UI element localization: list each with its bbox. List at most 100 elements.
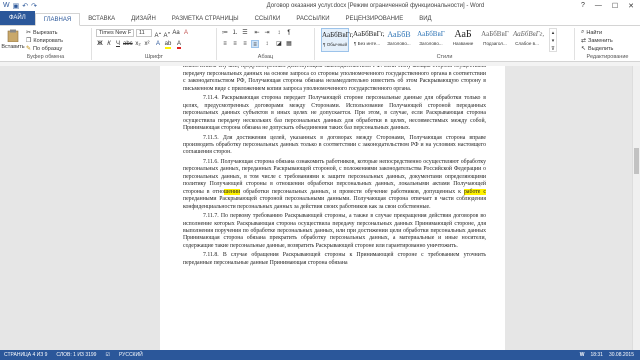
superscript-icon[interactable]: x² — [143, 40, 151, 48]
style-name: Название — [452, 41, 474, 46]
paragraph[interactable]: 7.11.4. Раскрывающая сторона передает По… — [183, 95, 486, 132]
underline-icon[interactable]: Ч — [114, 40, 122, 48]
align-center-icon[interactable]: ≡ — [231, 40, 239, 48]
ribbon: Вставить ✂ Вырезать ❐ Копировать ✎ По об… — [0, 26, 640, 62]
language[interactable]: РУССКИЙ — [115, 352, 148, 358]
style-no-spacing[interactable]: АаБбВвГг, ¶ Без инте... — [353, 28, 385, 52]
sort-icon[interactable]: ↕ — [275, 29, 283, 37]
strikethrough-icon[interactable]: abc — [123, 40, 133, 48]
copy-button[interactable]: ❐ Копировать — [26, 37, 63, 45]
tab-home[interactable]: ГЛАВНАЯ — [34, 13, 81, 26]
style-name: ¶ Без инте... — [353, 41, 381, 46]
copy-icon: ❐ — [26, 38, 32, 44]
paste-button[interactable]: Вставить — [1, 29, 25, 50]
close-button[interactable]: ✕ — [628, 2, 634, 10]
style-sample: АаБбВвГ — [481, 30, 509, 38]
styles-group-label: Стили — [436, 54, 453, 60]
vertical-scrollbar[interactable] — [632, 66, 640, 350]
bold-icon[interactable]: Ж — [96, 40, 104, 48]
text-effects-icon[interactable]: A — [154, 40, 162, 48]
document-page[interactable]: договором, заключенных между Сторонами. … — [160, 66, 505, 350]
clipboard-icon — [7, 29, 19, 42]
style-sample: АаБбВвГ — [417, 30, 445, 38]
tab-review[interactable]: РЕЦЕНЗИРОВАНИЕ — [338, 13, 412, 25]
style-title[interactable]: АаБ Название — [449, 28, 477, 52]
clear-formatting-icon[interactable]: A — [182, 29, 190, 37]
undo-icon[interactable]: ↶ — [22, 2, 28, 10]
justify-icon[interactable]: ≡ — [251, 40, 259, 48]
cut-button[interactable]: ✂ Вырезать — [26, 29, 58, 37]
maximize-button[interactable]: ☐ — [612, 2, 618, 10]
paragraph[interactable]: 7.11.8. В случае обращения Раскрывающей … — [183, 252, 486, 267]
proofing-icon[interactable]: ☑ — [101, 352, 114, 358]
help-button[interactable]: ? — [581, 2, 585, 10]
search-icon: ⌕ — [581, 29, 585, 35]
format-painter-button[interactable]: ✎ По образцу — [26, 45, 62, 53]
styles-scroll-icon[interactable]: ▴ ▾ ⊽ — [549, 28, 557, 52]
tab-references[interactable]: ССЫЛКИ — [247, 13, 289, 25]
borders-icon[interactable]: ▦ — [285, 40, 293, 48]
paragraph-group: ≔ ⒈ ☰ ⇤ ⇥ ↕ ¶ ≡ ≡ ≡ ≡ ↕ ◪ ▦ Абзац — [217, 28, 315, 60]
increase-indent-icon[interactable]: ⇥ — [263, 29, 271, 37]
decrease-indent-icon[interactable]: ⇤ — [253, 29, 261, 37]
word-logo-icon: W — [3, 2, 10, 9]
paragraph-text: переданными Раскрывающей стороной персон… — [183, 196, 486, 210]
document-area[interactable]: договором, заключенных между Сторонами. … — [0, 66, 640, 350]
font-group-label: Шрифт — [144, 54, 164, 60]
paragraph[interactable]: 7.11.7. По первому требованию Раскрывающ… — [183, 213, 486, 250]
style-subtle-emphasis[interactable]: АаБбВвГг, Слабое в... — [513, 28, 544, 52]
highlighted-text: работе с — [464, 188, 486, 195]
font-group: Times New F 11 A▲ A▼ Aa A Ж К Ч abc x₂ x… — [92, 28, 217, 60]
highlight-icon[interactable]: ab — [164, 40, 172, 49]
change-case-icon[interactable]: Aa — [172, 29, 180, 37]
style-subtitle[interactable]: АаБбВвГ Подзагол... — [481, 28, 509, 52]
multilevel-list-icon[interactable]: ☰ — [241, 29, 249, 37]
tab-page-layout[interactable]: РАЗМЕТКА СТРАНИЦЫ — [164, 13, 247, 25]
pilcrow-icon[interactable]: ¶ — [285, 29, 293, 37]
style-normal[interactable]: АаБбВвГг, ¶ Обычный — [321, 28, 354, 52]
style-sample: АаБ — [454, 29, 472, 40]
numbering-icon[interactable]: ⒈ — [231, 29, 239, 37]
bullets-icon[interactable]: ≔ — [221, 29, 229, 37]
minimize-button[interactable]: — — [595, 2, 602, 10]
save-icon[interactable]: ▣ — [13, 2, 20, 10]
select-label: Выделить — [588, 45, 614, 52]
paragraph[interactable]: 7.11.6. Получающая сторона обязана ознак… — [183, 159, 486, 211]
font-size-select[interactable]: 11 — [136, 29, 152, 37]
scrollbar-thumb[interactable] — [634, 148, 639, 174]
shading-icon[interactable]: ◪ — [275, 40, 283, 48]
paragraph-group-label: Абзац — [257, 54, 274, 60]
tab-mailings[interactable]: РАССЫЛКИ — [288, 13, 337, 25]
word-count[interactable]: СЛОВ: 1 ИЗ 3199 — [52, 352, 101, 358]
align-right-icon[interactable]: ≡ — [241, 40, 249, 48]
subscript-icon[interactable]: x₂ — [134, 40, 142, 48]
clock-date: 30.08.2015 — [608, 352, 634, 358]
font-color-icon[interactable]: A — [175, 40, 183, 49]
brush-icon: ✎ — [26, 46, 32, 52]
status-bar: СТРАНИЦА 4 ИЗ 9 СЛОВ: 1 ИЗ 3199 ☑ РУССКИ… — [0, 350, 640, 360]
select-button[interactable]: ↖ Выделить — [581, 45, 614, 53]
tab-insert[interactable]: ВСТАВКА — [80, 13, 123, 25]
align-left-icon[interactable]: ≡ — [221, 40, 229, 48]
font-name-select[interactable]: Times New F — [96, 29, 134, 37]
style-sample: АаБбВвГг, — [322, 31, 354, 39]
grow-font-icon[interactable]: A▲ — [154, 29, 162, 39]
replace-button[interactable]: ⇄ Заменить — [581, 37, 613, 45]
style-heading-1[interactable]: АаБбВ Заголово... — [385, 28, 413, 52]
tab-file[interactable]: ФАЙЛ — [0, 11, 35, 25]
redo-icon[interactable]: ↷ — [31, 2, 37, 10]
tab-design[interactable]: ДИЗАЙН — [123, 13, 164, 25]
taskbar-word-icon[interactable]: W — [580, 352, 585, 358]
shrink-font-icon[interactable]: A▼ — [163, 29, 171, 39]
styles-group: АаБбВвГг, ¶ Обычный АаБбВвГг, ¶ Без инте… — [315, 28, 575, 60]
italic-icon[interactable]: К — [105, 40, 113, 48]
line-spacing-icon[interactable]: ↕ — [263, 40, 271, 48]
page-count[interactable]: СТРАНИЦА 4 ИЗ 9 — [0, 352, 52, 358]
find-button[interactable]: ⌕ Найти — [581, 29, 602, 36]
find-label: Найти — [586, 29, 603, 36]
paragraph[interactable]: 7.11.5. Для достижения целей, указанных … — [183, 135, 486, 157]
style-heading-2[interactable]: АаБбВвГ Заголово... — [417, 28, 445, 52]
paragraph-text: обработки персональных данных, и провест… — [240, 188, 465, 195]
paragraph[interactable]: договором, заключенных между Сторонами. … — [183, 66, 486, 93]
tab-view[interactable]: ВИД — [411, 13, 439, 25]
